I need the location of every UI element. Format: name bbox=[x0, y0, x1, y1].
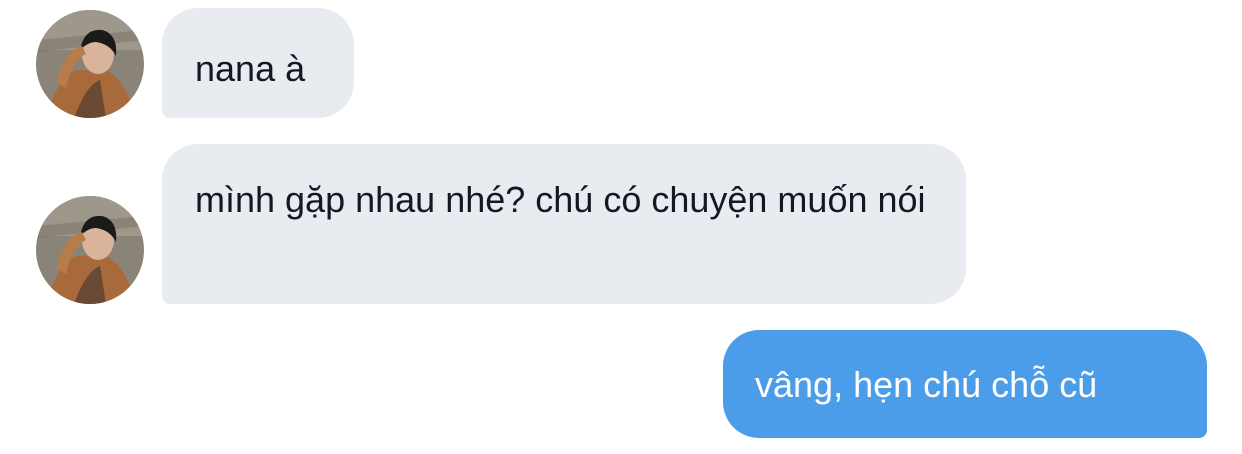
message-text: mình gặp nhau nhé? chú có chuyện muốn nó… bbox=[195, 179, 926, 220]
message-text: nana à bbox=[195, 48, 306, 89]
message-bubble-outgoing[interactable]: vâng, hẹn chú chỗ cũ bbox=[723, 330, 1207, 438]
message-bubble-incoming[interactable]: nana à bbox=[162, 8, 354, 118]
avatar-photo bbox=[36, 10, 144, 118]
message-text: vâng, hẹn chú chỗ cũ bbox=[755, 364, 1098, 405]
avatar-photo bbox=[36, 196, 144, 304]
message-bubble-incoming[interactable]: mình gặp nhau nhé? chú có chuyện muốn nó… bbox=[162, 144, 966, 304]
sender-avatar[interactable] bbox=[36, 10, 144, 118]
sender-avatar[interactable] bbox=[36, 196, 144, 304]
